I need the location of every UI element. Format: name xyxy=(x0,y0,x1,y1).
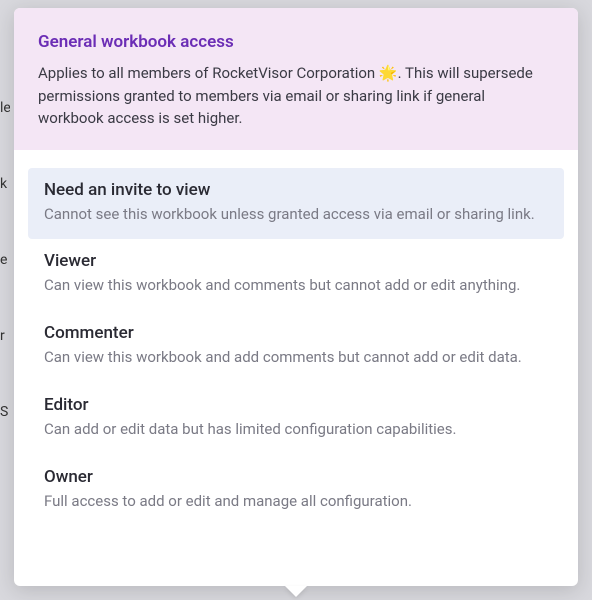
option-desc: Full access to add or edit and manage al… xyxy=(44,491,548,513)
option-desc: Can view this workbook and comments but … xyxy=(44,275,548,297)
modal-subtitle: Applies to all members of RocketVisor Co… xyxy=(38,62,554,130)
option-title: Commenter xyxy=(44,323,548,343)
option-title: Editor xyxy=(44,395,548,415)
modal-title: General workbook access xyxy=(38,32,554,52)
option-commenter[interactable]: Commenter Can view this workbook and add… xyxy=(28,311,564,383)
modal-header: General workbook access Applies to all m… xyxy=(14,8,578,150)
background-partial-text: le k e r S xyxy=(0,0,10,600)
options-list: Need an invite to view Cannot see this w… xyxy=(14,150,578,587)
option-editor[interactable]: Editor Can add or edit data but has limi… xyxy=(28,383,564,455)
option-title: Need an invite to view xyxy=(44,180,548,200)
option-viewer[interactable]: Viewer Can view this workbook and commen… xyxy=(28,239,564,311)
option-title: Viewer xyxy=(44,251,548,271)
option-desc: Cannot see this workbook unless granted … xyxy=(44,204,548,226)
access-modal: General workbook access Applies to all m… xyxy=(14,8,578,586)
option-need-invite[interactable]: Need an invite to view Cannot see this w… xyxy=(28,168,564,240)
option-title: Owner xyxy=(44,467,548,487)
popover-arrow-icon xyxy=(285,586,307,597)
option-desc: Can add or edit data but has limited con… xyxy=(44,419,548,441)
option-owner[interactable]: Owner Full access to add or edit and man… xyxy=(28,455,564,527)
option-desc: Can view this workbook and add comments … xyxy=(44,347,548,369)
